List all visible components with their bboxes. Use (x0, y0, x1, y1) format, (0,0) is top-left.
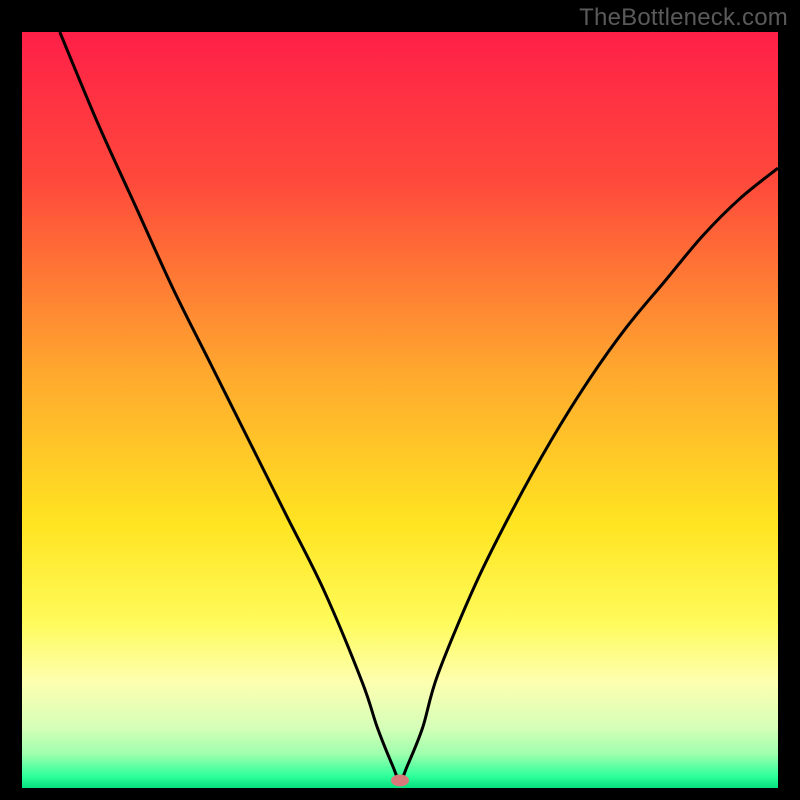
bottleneck-chart (22, 32, 778, 788)
optimum-marker (391, 774, 409, 786)
plot-area (22, 32, 778, 788)
chart-frame: TheBottleneck.com (0, 0, 800, 800)
gradient-background (22, 32, 778, 788)
watermark-text: TheBottleneck.com (579, 4, 788, 32)
